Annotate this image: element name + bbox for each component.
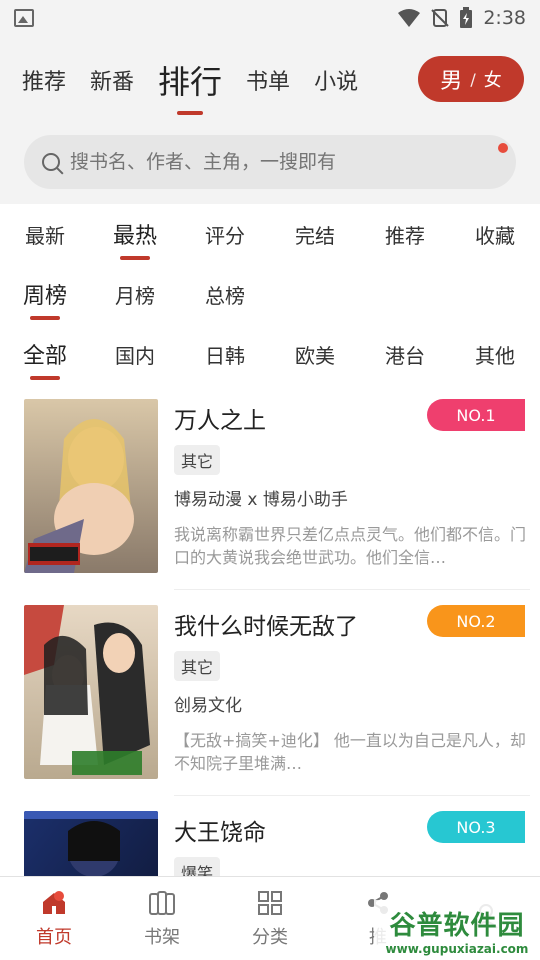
wifi-icon — [398, 9, 421, 27]
filter-other[interactable]: 其他 — [450, 340, 540, 369]
filter-weekly[interactable]: 周榜 — [0, 278, 90, 310]
book-tag: 其它 — [174, 445, 221, 475]
book-description: 【无敌+搞笑+迪化】 他一直以为自己是凡人，却不知院子里堆满… — [174, 731, 526, 773]
nav-home[interactable]: 首页 — [0, 877, 108, 960]
book-cover[interactable] — [24, 811, 158, 876]
search-bar[interactable] — [24, 135, 516, 189]
book-tag: 爆笑 — [174, 857, 221, 876]
gender-female-label: 女 — [483, 70, 502, 91]
filter-all[interactable]: 全部 — [0, 338, 90, 370]
divider — [174, 589, 530, 590]
watermark-sub: www.gupuxiazai.com — [385, 941, 529, 956]
book-title: 大王饶命 — [174, 820, 266, 846]
filter-recommended[interactable]: 推荐 — [360, 220, 450, 249]
gender-toggle[interactable]: 男 / 女 — [418, 56, 524, 102]
filter-favorites[interactable]: 收藏 — [450, 220, 540, 249]
tab-recommend[interactable]: 推荐 — [22, 60, 66, 100]
tab-novel[interactable]: 小说 — [314, 60, 358, 100]
book-item[interactable]: 大王饶命 爆笑 NO.3 — [24, 811, 525, 876]
region-filter-row: 全部 国内 日韩 欧美 港台 其他 — [0, 324, 540, 384]
nav-category-label: 分类 — [252, 926, 288, 948]
book-tag: 其它 — [174, 651, 221, 681]
book-author: 创易文化 — [174, 696, 242, 716]
filter-rating[interactable]: 评分 — [180, 220, 270, 249]
book-item[interactable]: 我什么时候无敌了 其它 创易文化 【无敌+搞笑+迪化】 他一直以为自己是凡人，却… — [24, 605, 526, 780]
gender-male-label: 男 — [440, 69, 463, 94]
filter-hk-tw[interactable]: 港台 — [360, 340, 450, 369]
book-cover[interactable] — [24, 399, 158, 573]
filter-japan-korea[interactable]: 日韩 — [180, 340, 270, 369]
tab-booklist[interactable]: 书单 — [246, 60, 290, 100]
status-time: 2:38 — [483, 7, 526, 29]
category-icon — [258, 890, 282, 915]
notification-dot — [498, 143, 508, 153]
battery-icon — [460, 7, 473, 28]
tab-ranking[interactable]: 排行 — [158, 53, 222, 107]
nav-category[interactable]: 分类 — [216, 877, 324, 960]
home-badge-dot — [54, 891, 64, 901]
book-cover[interactable] — [24, 605, 158, 779]
image-notification-icon — [14, 9, 34, 27]
book-title: 我什么时候无敌了 — [174, 614, 358, 640]
nav-home-label: 首页 — [36, 926, 72, 948]
period-filter-row: 周榜 月榜 总榜 — [0, 264, 540, 324]
rank-badge: NO.1 — [427, 399, 525, 431]
watermark-logo: 谷普软件园 www.gupuxiazai.com — [374, 900, 540, 960]
bookshelf-icon — [149, 890, 175, 915]
sort-filter-row: 最新 最热 评分 完结 推荐 收藏 — [0, 204, 540, 264]
filter-hottest[interactable]: 最热 — [90, 218, 180, 250]
filter-monthly[interactable]: 月榜 — [90, 280, 180, 309]
filter-completed[interactable]: 完结 — [270, 220, 360, 249]
filter-latest[interactable]: 最新 — [0, 220, 90, 249]
gender-separator: / — [470, 69, 476, 89]
divider — [174, 795, 530, 796]
rank-badge: NO.2 — [427, 605, 525, 637]
ranking-content: 最新 最热 评分 完结 推荐 收藏 周榜 月榜 总榜 全部 国内 日韩 欧美 港… — [0, 204, 540, 876]
filter-domestic[interactable]: 国内 — [90, 340, 180, 369]
nav-bookshelf[interactable]: 书架 — [108, 877, 216, 960]
watermark-main: 谷普软件园 — [389, 910, 525, 941]
book-title: 万人之上 — [174, 408, 266, 434]
book-item[interactable]: 万人之上 其它 博易动漫 x 博易小助手 我说离称霸世界只差亿点点灵气。他们都不… — [24, 399, 526, 574]
tab-new[interactable]: 新番 — [90, 60, 134, 100]
filter-western[interactable]: 欧美 — [270, 340, 360, 369]
no-sim-icon — [431, 9, 450, 27]
book-description: 我说离称霸世界只差亿点点灵气。他们都不信。门口的大黄说我会绝世武功。他们全信… — [174, 525, 527, 567]
rank-badge: NO.3 — [427, 811, 525, 843]
search-input[interactable] — [70, 151, 490, 173]
search-icon — [42, 153, 60, 171]
nav-bookshelf-label: 书架 — [144, 926, 180, 948]
filter-overall[interactable]: 总榜 — [180, 280, 270, 309]
book-author: 博易动漫 x 博易小助手 — [174, 490, 348, 510]
status-bar: 2:38 — [0, 0, 540, 36]
